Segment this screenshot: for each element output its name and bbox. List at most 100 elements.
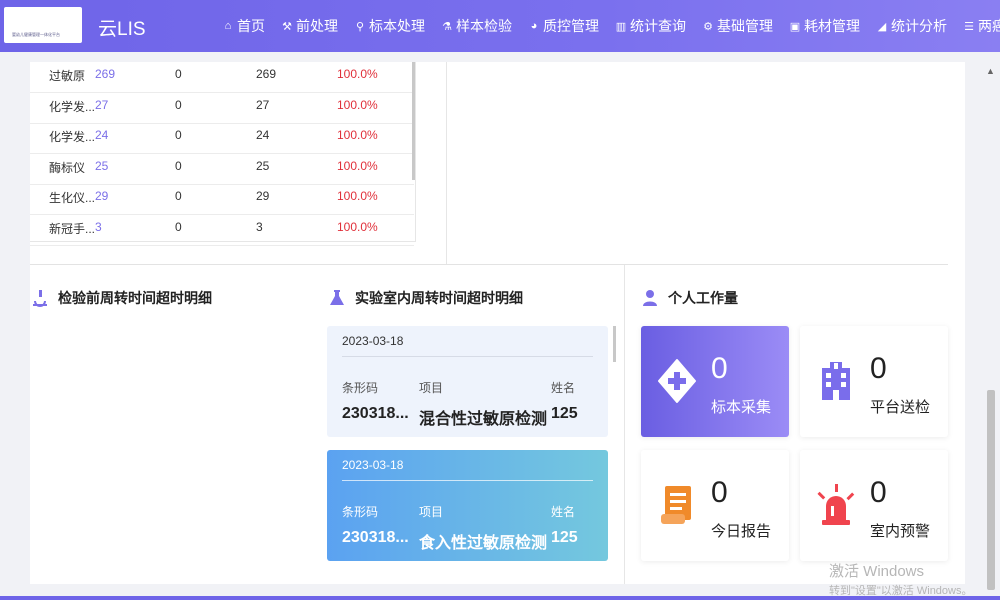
row-rate-cell: 100.0%	[337, 219, 378, 234]
in-lab-section-title: 实验室内周转时间超时明细	[327, 288, 523, 308]
user-icon	[643, 290, 657, 306]
workload-card-platform-submission[interactable]: 0 平台送检	[800, 326, 948, 437]
name-value: 125	[551, 405, 578, 422]
flask-icon: ⚗	[442, 20, 452, 33]
workload-card-indoor-alert[interactable]: 0 室内预警	[800, 450, 948, 561]
main-nav: ⌂ 首页 ⚒ 前处理 ⚲ 标本处理 ⚗ 样本检验 ◕ 质控管理 ▥ 统计查询 ⚙ 基础管理 ▣ 耗材管理 ◢ 统计…	[222, 0, 1000, 52]
nav-item-label: 标本处理	[369, 18, 425, 34]
nav-item-3[interactable]: ⚗ 样本检验	[441, 16, 512, 36]
row-total-cell[interactable]: 269	[95, 67, 115, 81]
workload-value: 0	[870, 476, 887, 509]
row-ok-cell: 269	[256, 67, 277, 81]
row-name-cell: 化学发...	[49, 99, 96, 114]
table-scrollbar[interactable]	[412, 62, 415, 180]
row-ok-cell: 24	[256, 128, 270, 142]
nav-item-label: 统计查询	[630, 18, 686, 34]
row-overdue-cell: 0	[175, 128, 182, 142]
pre-lab-section-title: 检验前周转时间超时明细	[30, 288, 212, 308]
name-label: 姓名	[551, 505, 576, 519]
table-row[interactable]: 新冠手... 3 0 3 100.0%	[30, 215, 414, 246]
flask-icon	[330, 290, 344, 305]
lab-overdue-card[interactable]: 2023-03-18 条形码 项目 姓名 230318... 混合性过敏原检测 125	[327, 326, 608, 437]
nav-item-label: 前处理	[296, 18, 338, 34]
barcode-value: 230318...	[342, 405, 409, 422]
nav-item-4[interactable]: ◕ 质控管理	[528, 16, 599, 36]
item-value: 混合性过敏原检测	[419, 411, 548, 428]
lab-overdue-card[interactable]: 2023-03-18 条形码 项目 姓名 230318... 食入性过敏原检测 125	[327, 450, 608, 561]
divider	[30, 264, 948, 265]
lab-list-scrollbar[interactable]	[613, 326, 616, 362]
table-row[interactable]: 化学发... 27 0 27 100.0%	[30, 93, 414, 124]
scroll-up-arrow-icon[interactable]: ▲	[986, 66, 995, 76]
row-name-cell: 化学发...	[49, 130, 96, 144]
row-overdue-cell: 0	[175, 158, 182, 173]
workload-value: 0	[870, 352, 887, 385]
item-label: 项目	[419, 381, 444, 395]
workload-title-text: 个人工作量	[668, 290, 738, 306]
nav-item-8[interactable]: ◢ 统计分析	[876, 16, 947, 36]
nav-item-9[interactable]: ☰ 两癌筛查	[963, 16, 1000, 36]
logo[interactable]: 婴幼儿健康管理一体化平台	[4, 7, 82, 43]
row-total-cell[interactable]: 3	[95, 220, 102, 234]
workload-label: 今日报告	[711, 523, 772, 540]
wrench-icon: ⚒	[282, 20, 292, 33]
row-overdue-cell: 0	[175, 189, 182, 203]
gear-icon: ⚙	[703, 20, 713, 33]
row-name-cell: 生化仪...	[49, 191, 96, 205]
nav-item-1[interactable]: ⚒ 前处理	[281, 16, 338, 36]
hospital-icon	[822, 362, 850, 400]
nav-item-5[interactable]: ▥ 统计查询	[615, 16, 686, 36]
nav-item-label: 基础管理	[717, 18, 773, 34]
row-rate-cell: 100.0%	[337, 128, 378, 142]
row-overdue-cell: 0	[175, 97, 182, 112]
row-total-cell[interactable]: 27	[95, 98, 108, 112]
page-scrollbar-thumb[interactable]	[987, 390, 995, 590]
row-total-cell[interactable]: 25	[95, 159, 108, 173]
bar-chart-icon: ▥	[615, 20, 627, 33]
logo-text: 婴幼儿健康管理一体化平台	[12, 32, 60, 37]
divider	[446, 62, 447, 264]
row-ok-cell: 25	[256, 158, 270, 173]
nav-item-2[interactable]: ⚲ 标本处理	[354, 16, 425, 36]
list-icon: ☰	[964, 20, 974, 33]
nav-item-7[interactable]: ▣ 耗材管理	[789, 16, 860, 36]
nav-item-label: 两癌筛查	[978, 18, 1000, 34]
nav-item-0[interactable]: ⌂ 首页	[222, 16, 265, 36]
stats-table: 过敏原 269 0 269 100.0% 化学发... 27 0 27 100.0% 化学发... 2…	[30, 62, 416, 246]
row-total-cell[interactable]: 29	[95, 189, 108, 203]
app-title: 云LIS	[98, 19, 146, 40]
table-row[interactable]: 过敏原 269 0 269 100.0%	[30, 62, 414, 93]
nav-item-label: 耗材管理	[804, 18, 860, 34]
row-total-cell[interactable]: 24	[95, 128, 108, 142]
barcode-label: 条形码	[342, 381, 379, 395]
nav-item-6[interactable]: ⚙ 基础管理	[702, 16, 773, 36]
row-ok-cell: 27	[256, 97, 270, 112]
nav-item-label: 样本检验	[456, 18, 512, 34]
bottom-accent-bar	[0, 596, 1000, 600]
workload-card-today-report[interactable]: 0 今日报告	[641, 450, 789, 561]
row-name-cell: 新冠手...	[49, 221, 96, 236]
area-chart-icon: ◢	[877, 20, 887, 33]
table-row[interactable]: 化学发... 24 0 24 100.0%	[30, 123, 414, 154]
sample-tube-icon: ⚲	[355, 20, 365, 33]
nav-item-label: 首页	[237, 18, 265, 34]
card-divider	[342, 356, 593, 357]
medical-cross-icon	[658, 359, 696, 403]
table-row[interactable]: 酶标仪 25 0 25 100.0%	[30, 154, 414, 185]
nav-item-label: 质控管理	[543, 18, 599, 34]
nav-item-label: 统计分析	[891, 18, 947, 34]
workload-label: 标本采集	[711, 399, 772, 416]
row-ok-cell: 3	[256, 219, 263, 234]
row-name-cell: 过敏原	[49, 69, 86, 83]
card-date: 2023-03-18	[342, 334, 404, 348]
row-rate-cell: 100.0%	[337, 189, 378, 203]
workload-card-sample-collection[interactable]: 0 标本采集	[641, 326, 789, 437]
microscope-icon	[33, 290, 47, 307]
item-label: 项目	[419, 505, 444, 519]
row-rate-cell: 100.0%	[337, 67, 378, 81]
alarm-light-icon	[817, 484, 855, 525]
briefcase-icon: ▣	[789, 20, 801, 33]
scroll-report-icon	[661, 486, 691, 524]
row-overdue-cell: 0	[175, 219, 182, 234]
table-row[interactable]: 生化仪... 29 0 29 100.0%	[30, 184, 414, 215]
